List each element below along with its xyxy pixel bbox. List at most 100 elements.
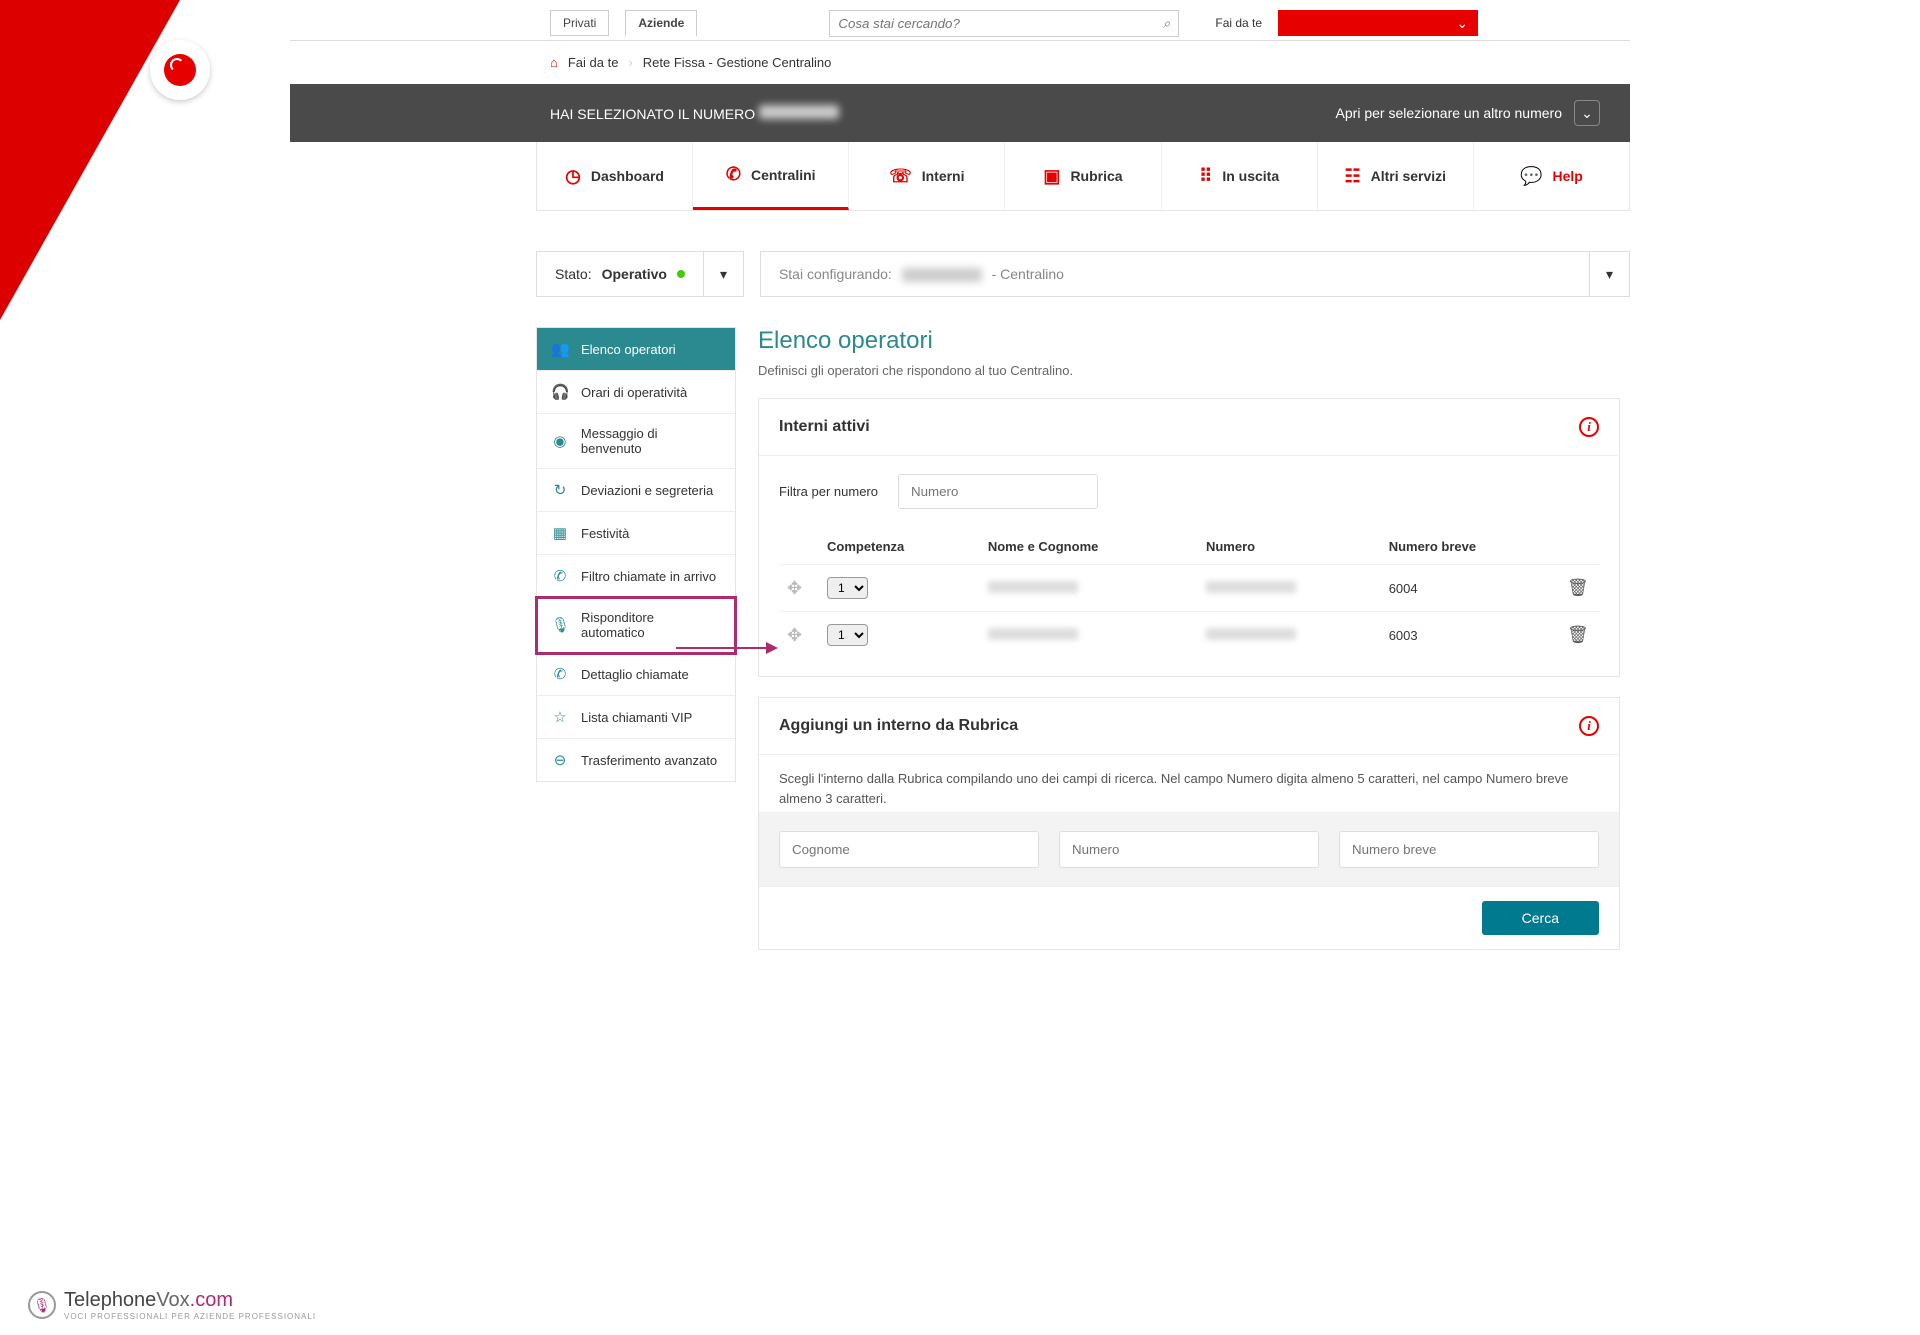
chevron-double-down-icon: ⌄ <box>1581 105 1593 122</box>
sidebar-label: Orari di operatività <box>581 385 687 400</box>
tab-interni[interactable]: ☏Interni <box>849 142 1005 210</box>
competenza-select[interactable]: 1 <box>827 624 868 646</box>
change-number-label: Apri per selezionare un altro numero <box>1336 105 1562 121</box>
chevron-right-icon: › <box>628 55 632 70</box>
breadcrumb-page: Rete Fissa - Gestione Centralino <box>643 55 832 70</box>
config-number-masked <box>902 268 982 282</box>
address-book-icon: ▣ <box>1043 166 1060 187</box>
sidebar-item-risponditore[interactable]: 🎙 Risponditore automatico <box>537 598 735 653</box>
breadcrumb-home[interactable]: Fai da te <box>568 55 619 70</box>
masked-number <box>1206 581 1296 593</box>
sidebar-label: Filtro chiamate in arrivo <box>581 569 716 584</box>
drag-handle-icon[interactable]: ✥ <box>787 625 802 645</box>
search-input[interactable] <box>838 16 1162 31</box>
headset-icon: 🎧 <box>551 383 569 401</box>
selected-number-prefix: HAI SELEZIONATO IL NUMERO <box>550 106 755 122</box>
cerca-button[interactable]: Cerca <box>1482 901 1599 935</box>
brand-corner <box>0 0 180 320</box>
cognome-input[interactable] <box>779 831 1039 868</box>
info-icon[interactable]: i <box>1579 417 1599 437</box>
footer-brand-2: Vox <box>156 1289 189 1311</box>
main-content: Elenco operatori Definisci gli operatori… <box>758 327 1620 970</box>
col-nome: Nome e Cognome <box>980 529 1198 565</box>
numero-breve-input[interactable] <box>1339 831 1599 868</box>
expand-number-button[interactable]: ⌄ <box>1574 100 1600 126</box>
sliders-icon: ☷ <box>1344 166 1360 187</box>
microphone-icon: 🎙 <box>551 616 569 634</box>
stato-dropdown[interactable]: ▾ <box>703 252 743 296</box>
competenza-select[interactable]: 1 <box>827 577 868 599</box>
info-icon[interactable]: i <box>1579 716 1599 736</box>
col-numero: Numero <box>1198 529 1381 565</box>
sidebar-label: Messaggio di benvenuto <box>581 426 721 456</box>
tab-aziende[interactable]: Aziende <box>625 10 697 37</box>
sidebar-item-dettaglio[interactable]: ✆Dettaglio chiamate <box>537 653 735 696</box>
col-breve: Numero breve <box>1381 529 1559 565</box>
trash-icon[interactable]: 🗑 <box>1567 625 1589 644</box>
numero-input[interactable] <box>1059 831 1319 868</box>
sidebar-item-trasferimento[interactable]: ⊖Trasferimento avanzato <box>537 739 735 781</box>
sidebar-item-messaggio[interactable]: ◉Messaggio di benvenuto <box>537 414 735 469</box>
tab-centralini[interactable]: ✆Centralini <box>693 142 849 210</box>
filter-call-icon: ✆ <box>551 567 569 585</box>
tab-altri[interactable]: ☷Altri servizi <box>1318 142 1474 210</box>
panel-aggiungi-rubrica: Aggiungi un interno da Rubrica i Scegli … <box>758 697 1620 950</box>
tab-dashboard[interactable]: ◷Dashboard <box>537 142 693 210</box>
tab-dashboard-label: Dashboard <box>591 168 664 184</box>
sidebar-label: Festività <box>581 526 629 541</box>
account-dropdown[interactable]: ⌄ <box>1278 10 1478 36</box>
tab-rubrica[interactable]: ▣Rubrica <box>1005 142 1161 210</box>
sidebar-item-deviazioni[interactable]: ↻Deviazioni e segreteria <box>537 469 735 512</box>
sidebar-item-elenco[interactable]: 👥Elenco operatori <box>537 328 735 371</box>
table-row: ✥ 1 6003 🗑 <box>779 612 1599 659</box>
masked-name <box>988 628 1078 640</box>
caret-down-icon: ▾ <box>1606 266 1613 283</box>
cell-breve: 6003 <box>1381 612 1559 659</box>
tab-uscita[interactable]: ⠿In uscita <box>1162 142 1318 210</box>
calendar-icon: ▦ <box>551 524 569 542</box>
sidebar-item-orari[interactable]: 🎧 Orari di operatività <box>537 371 735 414</box>
side-menu: 👥Elenco operatori 🎧Orari di operatività … <box>536 327 736 782</box>
brand-logo <box>150 40 210 100</box>
panel-description: Scegli l'interno dalla Rubrica compiland… <box>759 755 1619 812</box>
tab-help[interactable]: 💬Help <box>1474 142 1629 210</box>
call-detail-icon: ✆ <box>551 665 569 683</box>
sidebar-label: Deviazioni e segreteria <box>581 483 713 498</box>
config-label: Stai configurando: <box>779 266 892 282</box>
sidebar-item-festivita[interactable]: ▦ Festività <box>537 512 735 555</box>
home-icon[interactable]: ⌂ <box>550 55 558 70</box>
phone-classic-icon: ☏ <box>889 166 912 187</box>
config-suffix: - Centralino <box>992 266 1064 282</box>
global-search[interactable]: ⌕ <box>829 10 1179 37</box>
panel-interni-attivi: Interni attivi i Filtra per numero Compe… <box>758 398 1620 677</box>
sidebar-label: Risponditore automatico <box>581 610 721 640</box>
filter-numero-input[interactable] <box>898 474 1098 509</box>
page-subtitle: Definisci gli operatori che rispondono a… <box>758 363 1620 378</box>
selected-number-masked <box>759 105 839 119</box>
status-dot-green <box>677 270 685 278</box>
drag-handle-icon[interactable]: ✥ <box>787 578 802 598</box>
footer-brand-1: Telephone <box>64 1289 156 1311</box>
operators-table: Competenza Nome e Cognome Numero Numero … <box>779 529 1599 658</box>
fai-da-te-label: Fai da te <box>1215 16 1262 30</box>
masked-number <box>1206 628 1296 640</box>
footer-tagline: VOCI PROFESSIONALI PER AZIENDE PROFESSIO… <box>64 1312 316 1321</box>
filter-label: Filtra per numero <box>779 484 878 499</box>
people-icon: 👥 <box>551 340 569 358</box>
panel-title: Aggiungi un interno da Rubrica <box>779 717 1018 735</box>
table-row: ✥ 1 6004 🗑 <box>779 565 1599 612</box>
stato-value: Operativo <box>602 266 667 282</box>
sidebar-item-vip[interactable]: ☆Lista chiamanti VIP <box>537 696 735 739</box>
transfer-icon: ⊖ <box>551 751 569 769</box>
trash-icon[interactable]: 🗑 <box>1567 578 1589 597</box>
tab-privati[interactable]: Privati <box>550 10 609 36</box>
page-title: Elenco operatori <box>758 327 1620 355</box>
panel-title: Interni attivi <box>779 418 870 436</box>
cell-breve: 6004 <box>1381 565 1559 612</box>
tab-centralini-label: Centralini <box>751 167 816 183</box>
sidebar-item-filtro[interactable]: ✆ Filtro chiamate in arrivo <box>537 555 735 598</box>
config-selector: Stai configurando: - Centralino ▾ <box>760 251 1630 297</box>
selected-number-bar: HAI SELEZIONATO IL NUMERO Apri per selez… <box>290 84 1630 142</box>
config-dropdown[interactable]: ▾ <box>1589 252 1629 296</box>
footer-domain: .com <box>190 1289 233 1311</box>
